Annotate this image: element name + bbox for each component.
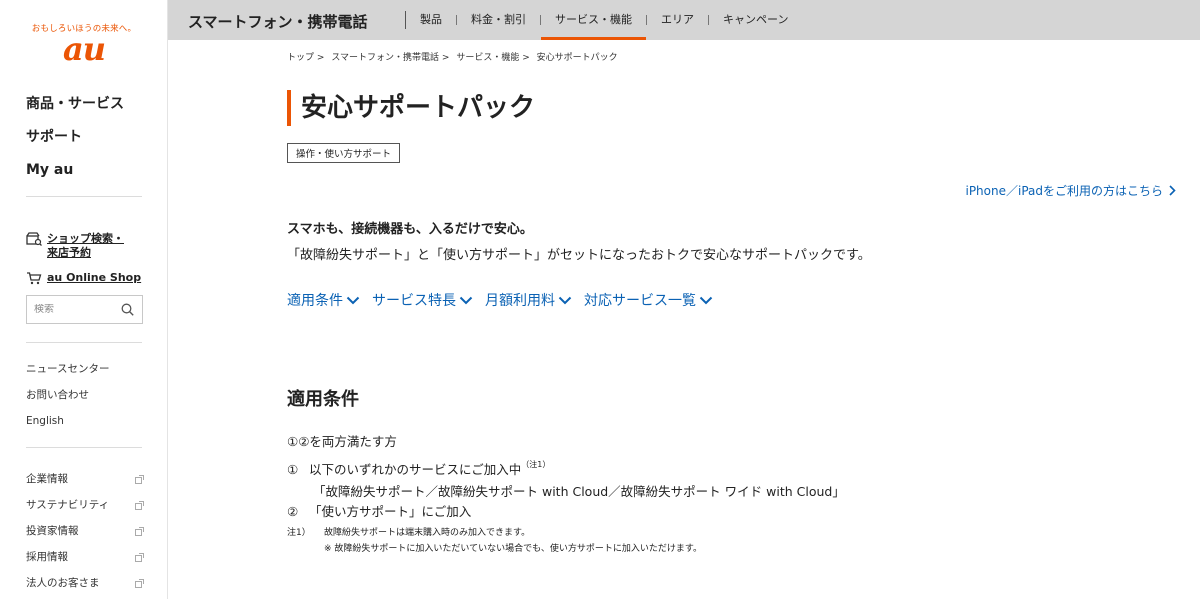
anchor-conditions[interactable]: 適用条件 [287,290,360,310]
link-label: 法人のお客さま [26,577,100,589]
breadcrumb: トップ > スマートフォン・携帯電話 > サービス・機能 > 安心サポートパック [287,50,622,63]
anchor-label: サービス特長 [372,293,456,309]
breadcrumb-smartphone[interactable]: スマートフォン・携帯電話 [331,53,439,63]
anchor-supported-services[interactable]: 対応サービス一覧 [584,290,713,310]
sidebar-divider [26,342,142,343]
tab-products[interactable]: 製品 [406,0,456,40]
online-shop-link[interactable]: au Online Shop [26,271,141,285]
sidebar-divider [26,196,142,197]
footnote-text: 故障紛失サポートは端末購入時のみ加入できます。 [324,528,531,538]
link-sustainability[interactable]: サステナビリティ [26,492,144,518]
anchor-label: 対応サービス一覧 [584,293,696,309]
lead-text: スマホも、接続機器も、入るだけで安心。 [287,222,533,237]
search-icon[interactable] [121,303,134,316]
condition-number: ② [287,504,299,519]
external-link-icon [135,500,144,510]
link-label: 投資家情報 [26,525,79,537]
sidebar-item-products-services[interactable]: 商品・サービス [26,92,124,125]
sidebar-main-nav: 商品・サービス サポート My au [26,92,124,191]
footnote-sub: ※ 故障紛失サポートに加入いただいていない場合でも、使い方サポートに加入いただけ… [324,544,702,554]
link-contact[interactable]: お問い合わせ [26,387,109,413]
category-tag[interactable]: 操作・使い方サポート [287,143,401,163]
breadcrumb-current: 安心サポートパック [536,53,618,63]
link-label: 採用情報 [26,551,68,563]
breadcrumb-top[interactable]: トップ [287,53,314,63]
sidebar-util-links: ニュースセンター お問い合わせ English [26,361,109,439]
breadcrumb-separator: > [522,53,530,63]
shop-search-link[interactable]: ショップ検索・ 来店予約 [26,232,124,260]
page-title: 安心サポートパック [287,90,535,126]
sidebar-item-my-au[interactable]: My au [26,158,124,191]
anchor-label: 適用条件 [287,293,343,309]
external-link-icon [135,552,144,562]
footnote: 注1） 故障紛失サポートは端末購入時のみ加入できます。 [287,525,530,538]
sidebar: おもしろいほうの未来へ。 au 商品・サービス サポート My au ショップ検… [0,0,168,599]
link-investor-relations[interactable]: 投資家情報 [26,518,144,544]
chevron-down-icon [346,296,360,304]
chevron-right-icon [1169,185,1176,196]
external-link-icon [135,474,144,484]
condition-text: 「使い方サポート」にご加入 [309,504,472,519]
shop-icon [26,232,42,246]
external-link-icon [135,526,144,536]
link-news-center[interactable]: ニュースセンター [26,361,109,387]
chevron-down-icon [699,296,713,304]
iphone-ipad-link[interactable]: iPhone／iPadをご利用の方はこちら [965,182,1176,199]
condition-item-1: ① 以下のいずれかのサービスにご加入中（注1） [287,459,550,478]
tab-campaigns[interactable]: キャンペーン [709,0,802,40]
conditions-intro: ①②を両方満たす方 [287,434,397,449]
page-anchor-nav: 適用条件 サービス特長 月額利用料 対応サービス一覧 [287,290,725,310]
footnote-label: 注1） [287,528,311,538]
breadcrumb-services[interactable]: サービス・機能 [456,53,519,63]
iphone-ipad-link-label: iPhone／iPadをご利用の方はこちら [965,184,1163,198]
sidebar-item-support[interactable]: サポート [26,125,124,158]
shop-search-label-1: ショップ検索・ [47,232,124,245]
tab-pricing-discounts[interactable]: 料金・割引 [457,0,540,40]
au-logo[interactable]: おもしろいほうの未来へ。 au [26,22,142,68]
shop-search-label-2: 来店予約 [47,246,91,259]
breadcrumb-separator: > [441,53,450,63]
section-title-conditions: 適用条件 [287,389,359,410]
condition-text: 以下のいずれかのサービスにご加入中 [309,462,522,477]
sidebar-search [26,295,143,324]
top-nav-bar: スマートフォン・携帯電話 製品 料金・割引 サービス・機能 エリア キャンペーン [168,0,1200,40]
search-input[interactable] [34,304,114,315]
anchor-label: 月額利用料 [485,293,555,309]
cart-icon [27,272,42,285]
condition-item-1-detail: 「故障紛失サポート／故障紛失サポート with Cloud／故障紛失サポート ワ… [313,484,845,499]
condition-item-2: ② 「使い方サポート」にご加入 [287,501,471,520]
link-corporate-info[interactable]: 企業情報 [26,466,144,492]
anchor-features[interactable]: サービス特長 [372,290,473,310]
link-label: サステナビリティ [26,499,110,511]
footnote-ref: （注1） [521,460,551,469]
anchor-monthly-fee[interactable]: 月額利用料 [485,290,572,310]
online-shop-label: au Online Shop [47,271,142,284]
link-label: 企業情報 [26,473,68,485]
sidebar-divider [26,447,142,448]
external-link-icon [135,578,144,588]
sidebar-corporate-links: 企業情報 サステナビリティ 投資家情報 採用情報 法人のお客さま [26,466,144,596]
description-text: 「故障紛失サポート」と「使い方サポート」がセットになったおトクで安心なサポートパ… [287,248,871,263]
category-title[interactable]: スマートフォン・携帯電話 [188,11,368,32]
link-careers[interactable]: 採用情報 [26,544,144,570]
top-nav-tabs: 製品 料金・割引 サービス・機能 エリア キャンペーン [405,0,802,40]
chevron-down-icon [558,296,572,304]
condition-number: ① [287,462,299,477]
link-business-customers[interactable]: 法人のお客さま [26,570,144,596]
tab-services-features[interactable]: サービス・機能 [541,0,646,40]
breadcrumb-separator: > [316,53,325,63]
link-english[interactable]: English [26,413,109,439]
logo-mark: au [63,30,106,68]
chevron-down-icon [459,296,473,304]
tab-area[interactable]: エリア [647,0,708,40]
